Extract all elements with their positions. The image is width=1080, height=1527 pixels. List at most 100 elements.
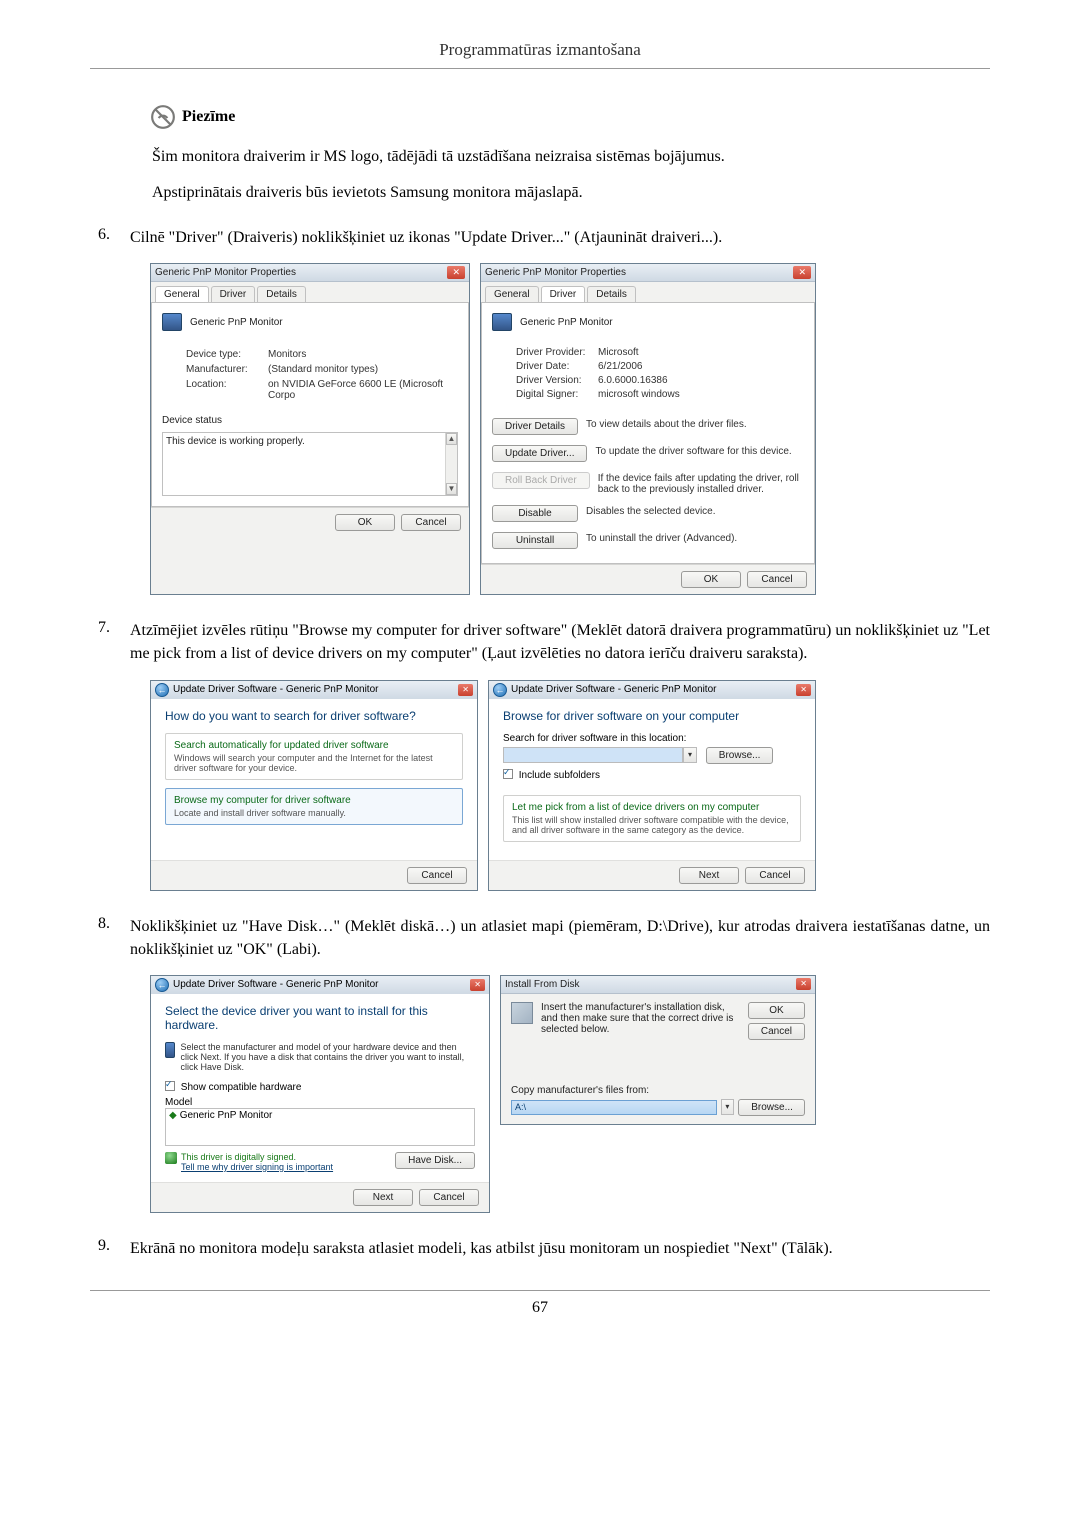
driver-details-button[interactable]: Driver Details — [492, 418, 578, 435]
titlebar-text: Install From Disk — [505, 979, 579, 990]
screenshot-step7: ← Update Driver Software - Generic PnP M… — [150, 680, 990, 891]
monitor-name: Generic PnP Monitor — [520, 317, 613, 328]
note-text-2: Apstiprinātais draiveris būs ievietots S… — [152, 184, 990, 202]
rollback-driver-desc: If the device fails after updating the d… — [598, 472, 804, 495]
date-val: 6/21/2006 — [598, 361, 804, 372]
disk-instruction: Insert the manufacturer's installation d… — [541, 1002, 740, 1040]
have-disk-button[interactable]: Have Disk... — [395, 1152, 475, 1169]
step-7-num: 7. — [90, 619, 110, 665]
option-sub: This list will show installed driver sof… — [512, 815, 792, 835]
date-label: Driver Date: — [516, 361, 594, 372]
dropdown-icon[interactable]: ▾ — [721, 1099, 735, 1115]
option-sub: Locate and install driver software manua… — [174, 808, 454, 818]
close-icon[interactable]: ✕ — [796, 684, 811, 696]
close-icon[interactable]: ✕ — [458, 684, 473, 696]
provider-label: Driver Provider: — [516, 347, 594, 358]
tab-details[interactable]: Details — [257, 286, 306, 302]
location-label: Location: — [186, 379, 264, 401]
copy-path-input[interactable]: A:\ — [511, 1100, 717, 1115]
step-6: 6. Cilnē "Driver" (Draiveris) noklikšķin… — [90, 226, 990, 249]
screenshot-step6: Generic PnP Monitor Properties ✕ General… — [150, 263, 990, 595]
tab-general[interactable]: General — [155, 286, 209, 302]
tab-driver[interactable]: Driver — [211, 286, 256, 302]
cancel-button[interactable]: Cancel — [407, 867, 467, 884]
status-textarea: This device is working properly. ▲ ▼ — [162, 432, 458, 496]
titlebar: Install From Disk ✕ — [501, 976, 815, 994]
disable-button[interactable]: Disable — [492, 505, 578, 522]
back-icon[interactable]: ← — [155, 683, 169, 697]
step-8-num: 8. — [90, 915, 110, 961]
ok-button[interactable]: OK — [748, 1002, 805, 1019]
scrollbar[interactable]: ▲ ▼ — [445, 433, 457, 495]
compat-label: Show compatible hardware — [181, 1082, 302, 1093]
tab-general[interactable]: General — [485, 286, 539, 302]
titlebar-text: Update Driver Software - Generic PnP Mon… — [173, 684, 454, 695]
update-driver-button[interactable]: Update Driver... — [492, 445, 587, 462]
dialog-install-from-disk: Install From Disk ✕ Insert the manufactu… — [500, 975, 816, 1125]
titlebar-text: Update Driver Software - Generic PnP Mon… — [173, 979, 466, 990]
cancel-button[interactable]: Cancel — [401, 514, 461, 531]
option-let-me-pick[interactable]: Let me pick from a list of device driver… — [503, 795, 801, 842]
back-icon[interactable]: ← — [155, 978, 169, 992]
include-label: Include subfolders — [519, 770, 600, 781]
tabs: General Driver Details — [151, 282, 469, 302]
option-auto-search[interactable]: Search automatically for updated driver … — [165, 733, 463, 780]
next-button[interactable]: Next — [679, 867, 739, 884]
wizard-heading: Select the device driver you want to ins… — [165, 1004, 475, 1032]
signer-label: Digital Signer: — [516, 389, 594, 400]
monitor-icon — [162, 313, 182, 331]
cancel-button[interactable]: Cancel — [419, 1189, 479, 1206]
option-browse-computer[interactable]: Browse my computer for driver software L… — [165, 788, 463, 825]
select-driver-sub: Select the manufacturer and model of you… — [181, 1042, 476, 1072]
note-icon — [150, 104, 176, 130]
monitor-icon — [165, 1042, 175, 1058]
path-input[interactable] — [503, 747, 683, 763]
disable-desc: Disables the selected device. — [586, 505, 804, 517]
monitor-name: Generic PnP Monitor — [190, 317, 283, 328]
browse-button[interactable]: Browse... — [738, 1099, 805, 1116]
version-label: Driver Version: — [516, 375, 594, 386]
page-header: Programmatūras izmantošana — [90, 40, 990, 69]
compat-checkbox[interactable] — [165, 1081, 175, 1091]
close-icon[interactable]: ✕ — [470, 979, 485, 991]
option-title: Browse my computer for driver software — [174, 795, 454, 806]
step-9: 9. Ekrānā no monitora modeļu saraksta at… — [90, 1237, 990, 1260]
scroll-up-icon[interactable]: ▲ — [446, 433, 457, 445]
note-label: Piezīme — [182, 108, 235, 126]
next-button[interactable]: Next — [353, 1189, 413, 1206]
back-icon[interactable]: ← — [493, 683, 507, 697]
cancel-button[interactable]: Cancel — [745, 867, 805, 884]
ok-button[interactable]: OK — [335, 514, 395, 531]
scroll-down-icon[interactable]: ▼ — [446, 483, 457, 495]
step-8-text: Noklikšķiniet uz "Have Disk…" (Meklēt di… — [130, 915, 990, 961]
step-9-num: 9. — [90, 1237, 110, 1260]
ok-button[interactable]: OK — [681, 571, 741, 588]
tab-driver[interactable]: Driver — [541, 286, 586, 302]
uninstall-button[interactable]: Uninstall — [492, 532, 578, 549]
dropdown-icon[interactable]: ▾ — [683, 747, 697, 763]
wizard-select-driver: ← Update Driver Software - Generic PnP M… — [150, 975, 490, 1213]
close-icon[interactable]: ✕ — [796, 978, 811, 990]
wizard-search-method: ← Update Driver Software - Generic PnP M… — [150, 680, 478, 891]
wizard-heading: How do you want to search for driver sof… — [165, 709, 463, 723]
tab-details[interactable]: Details — [587, 286, 636, 302]
step-6-text: Cilnē "Driver" (Draiveris) noklikšķiniet… — [130, 226, 990, 249]
model-item[interactable]: Generic PnP Monitor — [180, 1110, 273, 1121]
manufacturer-label: Manufacturer: — [186, 364, 264, 375]
model-list[interactable]: ◆Generic PnP Monitor — [165, 1108, 475, 1146]
close-icon[interactable]: ✕ — [447, 266, 465, 279]
rollback-driver-button: Roll Back Driver — [492, 472, 590, 489]
browse-button[interactable]: Browse... — [706, 747, 774, 764]
uninstall-desc: To uninstall the driver (Advanced). — [586, 532, 804, 544]
model-header: Model — [165, 1097, 475, 1108]
shield-icon: ◆ — [169, 1110, 177, 1121]
include-checkbox[interactable] — [503, 769, 513, 779]
manufacturer-val: (Standard monitor types) — [268, 364, 458, 375]
cancel-button[interactable]: Cancel — [748, 1023, 805, 1040]
cancel-button[interactable]: Cancel — [747, 571, 807, 588]
signing-link[interactable]: Tell me why driver signing is important — [181, 1162, 333, 1172]
close-icon[interactable]: ✕ — [793, 266, 811, 279]
device-type-val: Monitors — [268, 349, 458, 360]
status-text: This device is working properly. — [166, 436, 305, 447]
location-val: on NVIDIA GeForce 6600 LE (Microsoft Cor… — [268, 379, 458, 401]
